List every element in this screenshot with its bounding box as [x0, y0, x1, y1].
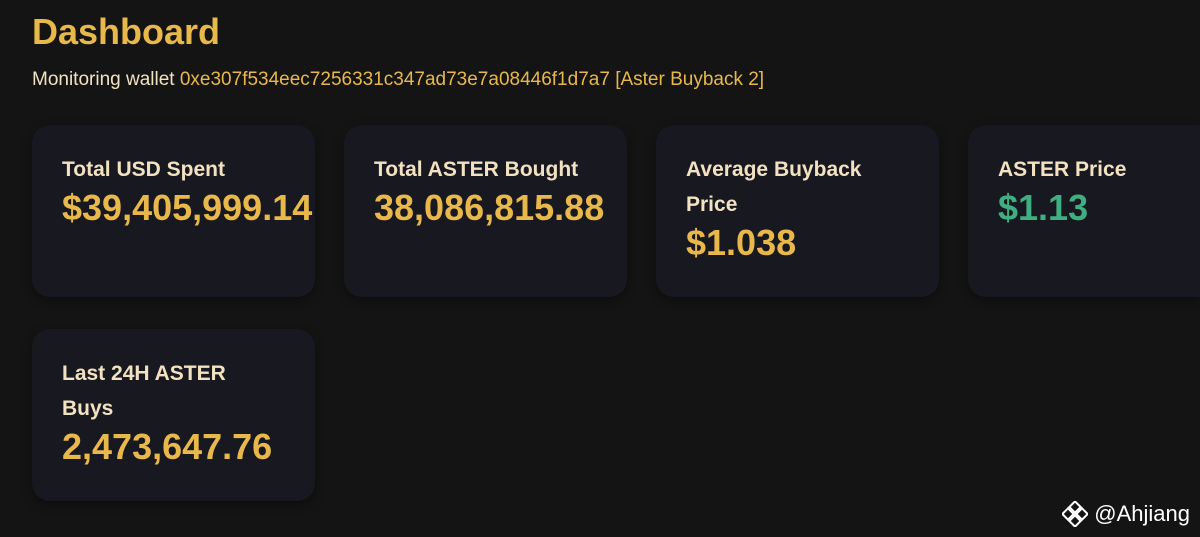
total-aster-bought-label: Total ASTER Bought [374, 158, 579, 181]
average-buyback-price-label: Average Buyback Price [686, 158, 862, 216]
total-usd-spent-value: $39,405,999.14 [62, 187, 313, 228]
total-aster-bought-value: 38,086,815.88 [374, 187, 605, 228]
total-usd-spent-card: Total USD Spent $39,405,999.14 [32, 125, 315, 297]
average-buyback-price-value: $1.038 [686, 222, 797, 263]
last-24h-aster-buys-value: 2,473,647.76 [62, 426, 273, 467]
binance-square-icon [1062, 501, 1089, 527]
aster-price-value: $1.13 [998, 187, 1089, 228]
wallet-address[interactable]: 0xe307f534eec7256331c347ad73e7a08446f1d7… [180, 69, 610, 90]
last-24h-aster-buys-label: Last 24H ASTER Buys [62, 362, 226, 420]
watermark: @Ahjiang [1062, 501, 1190, 527]
total-aster-bought-card: Total ASTER Bought 38,086,815.88 [344, 125, 627, 297]
aster-price-card: ASTER Price $1.13 [968, 125, 1200, 297]
average-buyback-price-card: Average Buyback Price $1.038 [656, 125, 939, 297]
last-24h-aster-buys-card: Last 24H ASTER Buys 2,473,647.76 [32, 329, 315, 501]
aster-price-label: ASTER Price [998, 158, 1127, 181]
watermark-handle: @Ahjiang [1094, 501, 1190, 526]
wallet-tag: [Aster Buyback 2] [615, 69, 765, 90]
wallet-subtitle: Monitoring wallet 0xe307f534eec7256331c3… [32, 68, 764, 92]
page-title: Dashboard [32, 11, 221, 52]
total-usd-spent-label: Total USD Spent [62, 158, 225, 181]
subtitle-prefix: Monitoring wallet [32, 69, 175, 90]
